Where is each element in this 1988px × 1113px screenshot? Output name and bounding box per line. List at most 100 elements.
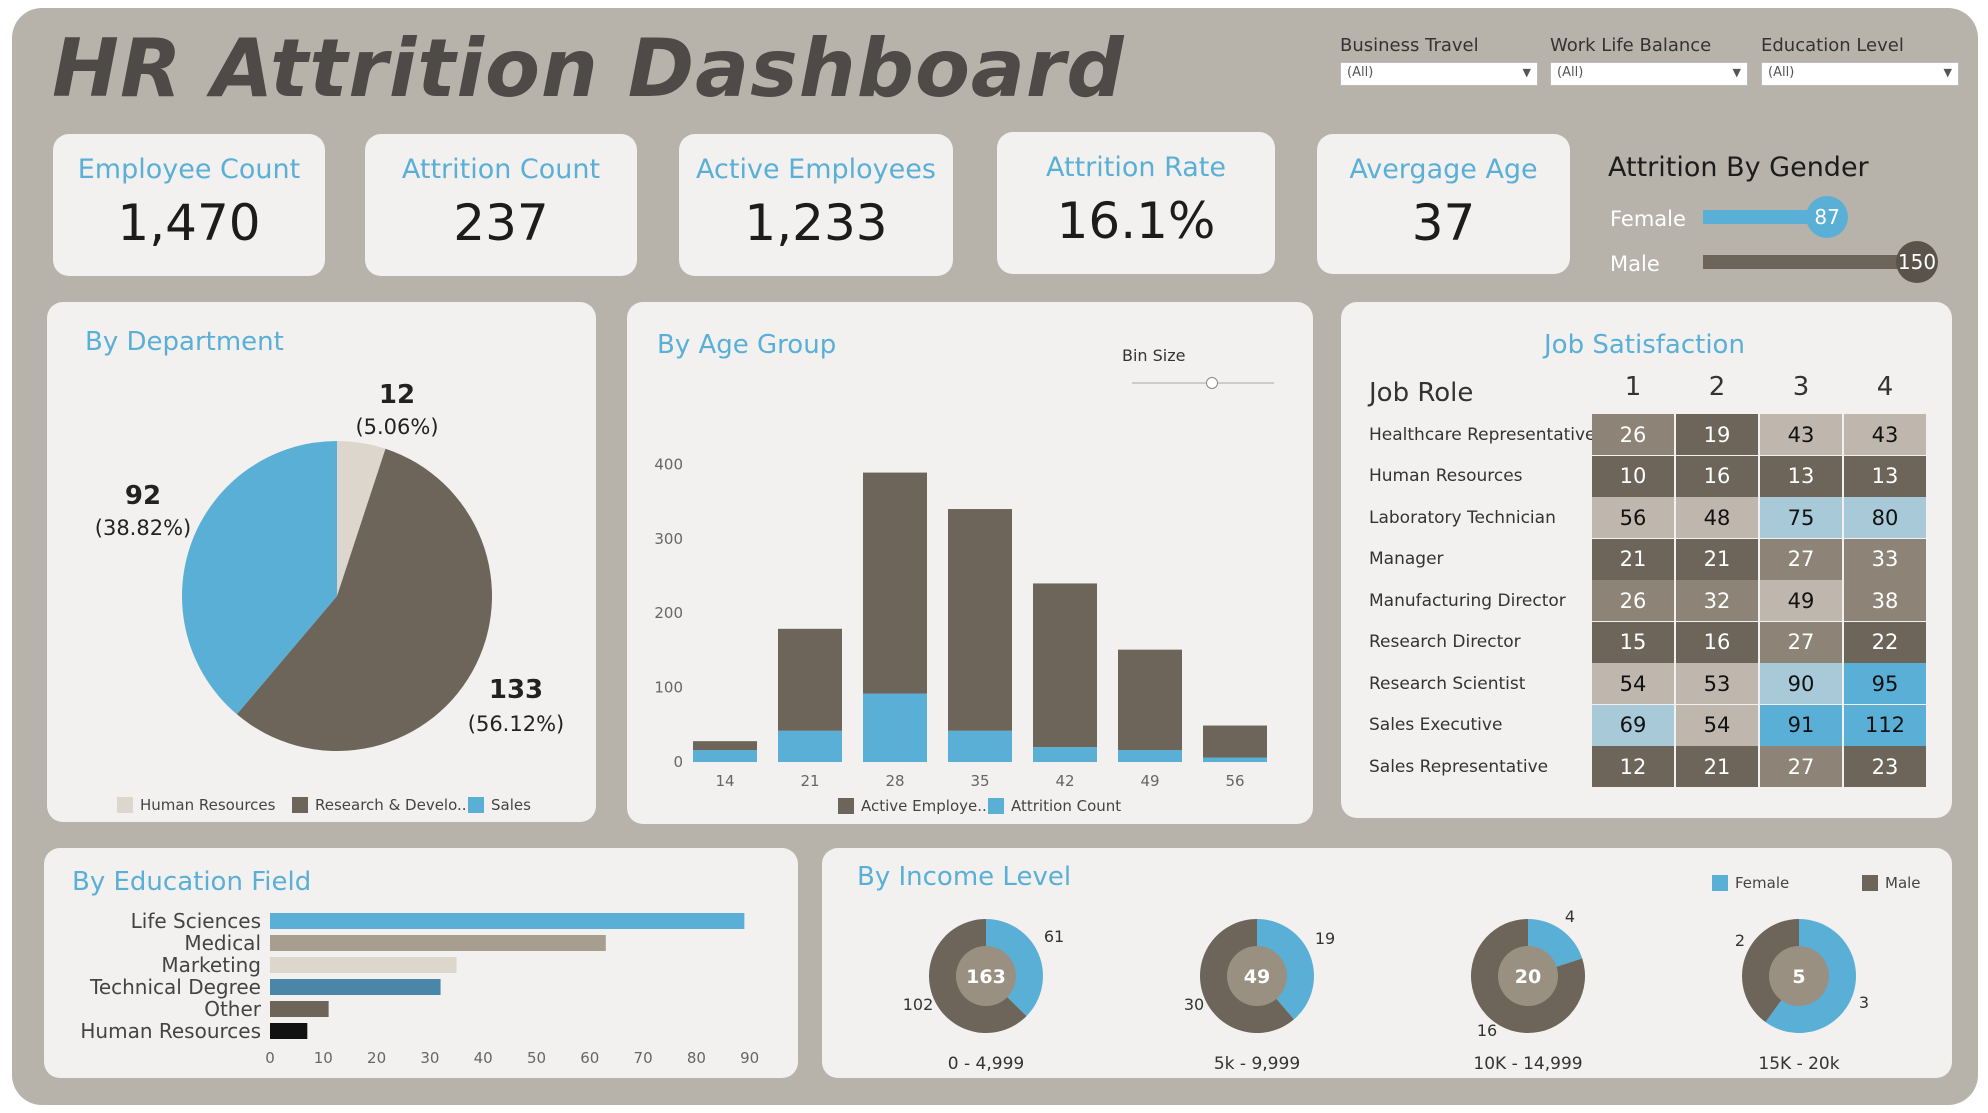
education-bar	[270, 913, 745, 929]
age-group-bar-chart: 0 100 200 300 400 14 21 28 35 42 49 56	[654, 455, 1267, 790]
job-role-label: Laboratory Technician	[1369, 507, 1556, 528]
heatmap-cell: 27	[1760, 538, 1842, 580]
filter-work-life-balance[interactable]: Work Life Balance (All) ▼	[1550, 35, 1748, 86]
income-category-label: 0 - 4,999	[948, 1054, 1024, 1074]
heatmap-cell: 43	[1844, 414, 1926, 455]
bar-active	[778, 628, 842, 731]
heatmap-cell: 27	[1760, 621, 1842, 663]
heatmap-cell: 33	[1844, 538, 1926, 580]
y-tick-label: 400	[654, 455, 683, 473]
x-tick-label: 35	[970, 772, 989, 790]
x-tick-label: 30	[420, 1049, 439, 1067]
x-tick-label: 20	[367, 1049, 386, 1067]
kpi-employee-count: Employee Count 1,470	[53, 134, 325, 276]
heatmap-cell: 16	[1676, 455, 1758, 497]
donut-male-label: 102	[903, 995, 934, 1014]
x-tick-label: 60	[580, 1049, 599, 1067]
job-role-label: Manager	[1369, 549, 1444, 569]
legend-item: Research & Develo...	[292, 796, 471, 814]
education-bar	[270, 1001, 329, 1017]
job-role-label: Sales Representative	[1369, 756, 1549, 777]
kpi-value: 237	[453, 194, 549, 252]
heatmap-cell: 48	[1676, 497, 1758, 538]
job-role-label: Healthcare Representative	[1369, 424, 1596, 445]
job-role-label: Research Director	[1369, 632, 1521, 652]
heatmap-cell: 26	[1592, 414, 1674, 455]
kpi-attrition-count: Attrition Count 237	[365, 134, 637, 276]
chevron-down-icon: ▼	[1732, 66, 1741, 79]
heatmap-cell: 21	[1676, 746, 1758, 787]
heatmap-cell: 27	[1760, 746, 1842, 787]
y-tick-label: 0	[673, 753, 683, 771]
x-tick-label: 90	[740, 1049, 759, 1067]
legend-swatch	[292, 797, 308, 813]
heatmap-cell: 43	[1760, 414, 1842, 455]
bar-active	[1203, 725, 1267, 758]
filter-education-level[interactable]: Education Level (All) ▼	[1761, 35, 1959, 86]
x-tick-label: 40	[474, 1049, 493, 1067]
job-role-header: Job Role	[1369, 378, 1474, 408]
kpi-value: 1,470	[117, 194, 261, 252]
bar-active	[948, 509, 1012, 731]
heatmap-cell: 90	[1760, 663, 1842, 704]
heatmap-cell: 16	[1676, 621, 1758, 663]
heatmap-cell: 56	[1592, 497, 1674, 538]
chevron-down-icon: ▼	[1522, 66, 1531, 79]
kpi-value: 1,233	[744, 194, 888, 252]
heatmap-cell: 53	[1676, 663, 1758, 704]
education-bar	[270, 1023, 308, 1039]
bar-active	[1118, 649, 1182, 751]
bar-active	[693, 741, 757, 751]
kpi-value: 16.1%	[1056, 192, 1216, 250]
bar-active	[863, 472, 927, 694]
filter-label: Work Life Balance	[1550, 35, 1712, 56]
chevron-down-icon: ▼	[1943, 66, 1952, 79]
bar-active	[1033, 583, 1097, 748]
bar-attrition	[863, 693, 927, 762]
job-role-label: Sales Executive	[1369, 715, 1503, 735]
kpi-label: Active Employees	[696, 154, 936, 185]
education-bar	[270, 935, 606, 951]
kpi-value: 37	[1411, 194, 1476, 252]
gender-bar-male	[1703, 255, 1917, 269]
column-header: 2	[1708, 372, 1726, 402]
heatmap-cell: 26	[1592, 580, 1674, 621]
legend-swatch	[838, 798, 854, 814]
gender-value-male: 150	[1896, 241, 1938, 283]
donut-total: 163	[966, 966, 1006, 988]
kpi-label: Avergage Age	[1349, 154, 1538, 185]
heatmap-cell: 95	[1844, 663, 1926, 704]
filter-business-travel[interactable]: Business Travel (All) ▼	[1340, 35, 1538, 86]
filter-select[interactable]: (All) ▼	[1761, 62, 1959, 86]
donut-female-label: 4	[1565, 907, 1575, 926]
job-role-label: Manufacturing Director	[1369, 590, 1566, 611]
heatmap-cell: 13	[1760, 455, 1842, 497]
kpi-active-employees: Active Employees 1,233	[679, 134, 953, 276]
column-header: 3	[1792, 372, 1810, 402]
filter-select[interactable]: (All) ▼	[1340, 62, 1538, 86]
x-tick-label: 28	[885, 772, 904, 790]
income-donut-charts: 163 61 102 0 - 4,999 49 19 30 5k - 9,999 20 4 16 10…	[903, 907, 1869, 1074]
education-bar	[270, 979, 441, 995]
donut-total: 5	[1792, 966, 1805, 988]
heatmap-cell: 54	[1676, 704, 1758, 746]
y-tick-label: 200	[654, 604, 683, 622]
slice-label-count: 133	[489, 675, 543, 705]
donut-female-label: 3	[1859, 993, 1869, 1012]
heatmap-cell: 32	[1676, 580, 1758, 621]
column-header: 4	[1876, 372, 1894, 402]
gender-label-female: Female	[1610, 207, 1686, 231]
y-tick-label: 100	[654, 679, 683, 697]
donut-male-label: 30	[1184, 995, 1204, 1014]
heatmap-cell: 91	[1760, 704, 1842, 746]
heatmap-cell: 112	[1844, 704, 1926, 746]
bar-attrition	[693, 750, 757, 762]
legend-item: Attrition Count	[988, 797, 1121, 815]
legend-item: Human Resources	[117, 796, 275, 814]
bar-attrition	[1203, 757, 1267, 762]
filter-select[interactable]: (All) ▼	[1550, 62, 1748, 86]
education-bar-chart: 0 10 20 30 40 50 60 70 80 90	[265, 913, 759, 1067]
heatmap-cell: 69	[1592, 704, 1674, 746]
slice-label-pct: (5.06%)	[355, 415, 438, 439]
heatmap-cell: 10	[1592, 455, 1674, 497]
